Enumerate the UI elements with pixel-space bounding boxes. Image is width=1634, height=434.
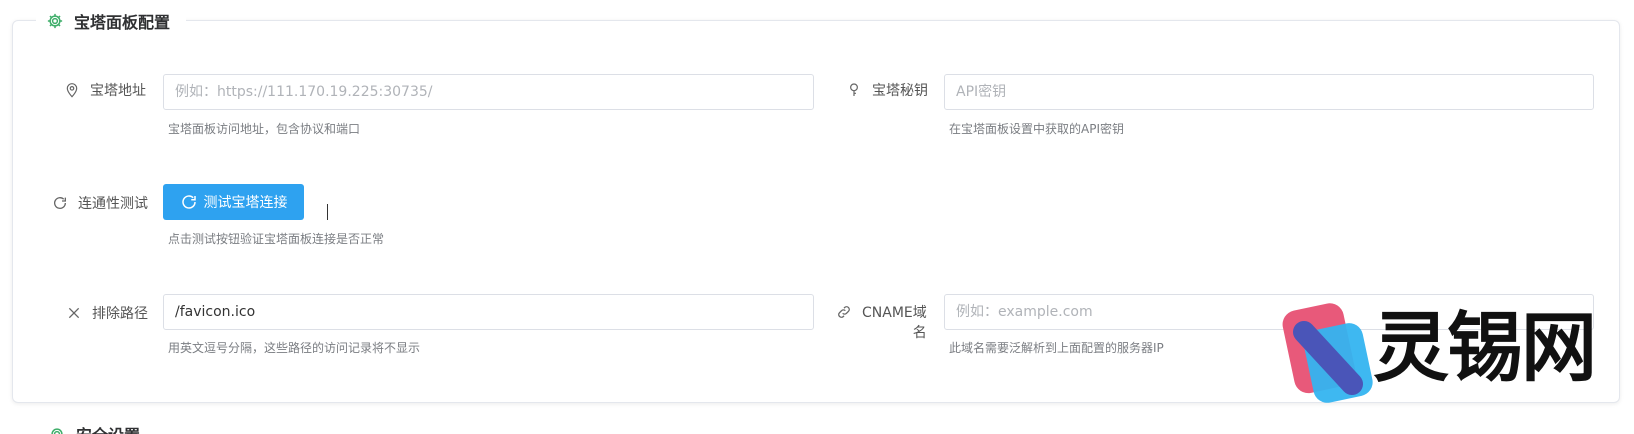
key-bulb-icon (846, 82, 862, 98)
cname-label: CNAME域 名 (836, 303, 927, 343)
bt-address-input[interactable] (163, 74, 814, 110)
test-bt-connection-button[interactable]: 测试宝塔连接 (163, 184, 304, 220)
link-icon (836, 304, 852, 320)
exclude-path-input[interactable] (163, 294, 814, 330)
location-pin-icon (64, 82, 80, 98)
cname-label-line1: CNAME域 (862, 305, 927, 321)
exclude-path-help: 用英文逗号分隔，这些路径的访问记录将不显示 (168, 341, 421, 355)
test-bt-connection-label: 测试宝塔连接 (203, 195, 288, 211)
bt-address-help: 宝塔面板访问地址，包含协议和端口 (168, 122, 361, 136)
text-cursor (327, 204, 328, 220)
bt-key-label-text: 宝塔秘钥 (872, 83, 928, 99)
gear-icon (48, 425, 66, 434)
connectivity-label: 连通性测试 (52, 193, 148, 213)
next-section-header: 安全设置 (48, 422, 140, 434)
bt-address-label: 宝塔地址 (64, 80, 146, 100)
refresh-icon (52, 195, 68, 211)
next-section-title: 安全设置 (76, 422, 140, 434)
cname-label-line2: 名 (912, 325, 927, 341)
exclude-path-label: 排除路径 (66, 303, 148, 323)
section-title: 宝塔面板配置 (74, 13, 171, 32)
exclude-path-label-text: 排除路径 (92, 306, 148, 322)
section-header: 宝塔面板配置 (36, 8, 187, 34)
bt-address-label-text: 宝塔地址 (90, 83, 146, 99)
close-icon (66, 305, 82, 321)
watermark-text: 灵锡网 (1373, 303, 1597, 392)
bt-key-input[interactable] (944, 74, 1594, 110)
bt-key-label: 宝塔秘钥 (846, 80, 928, 100)
bt-key-help: 在宝塔面板设置中获取的API密钥 (949, 122, 1124, 136)
gear-icon (46, 12, 64, 30)
connectivity-label-text: 连通性测试 (78, 196, 148, 212)
refresh-icon (180, 193, 198, 211)
connectivity-help: 点击测试按钮验证宝塔面板连接是否正常 (168, 232, 385, 246)
cname-help: 此域名需要泛解析到上面配置的服务器IP (949, 341, 1164, 355)
